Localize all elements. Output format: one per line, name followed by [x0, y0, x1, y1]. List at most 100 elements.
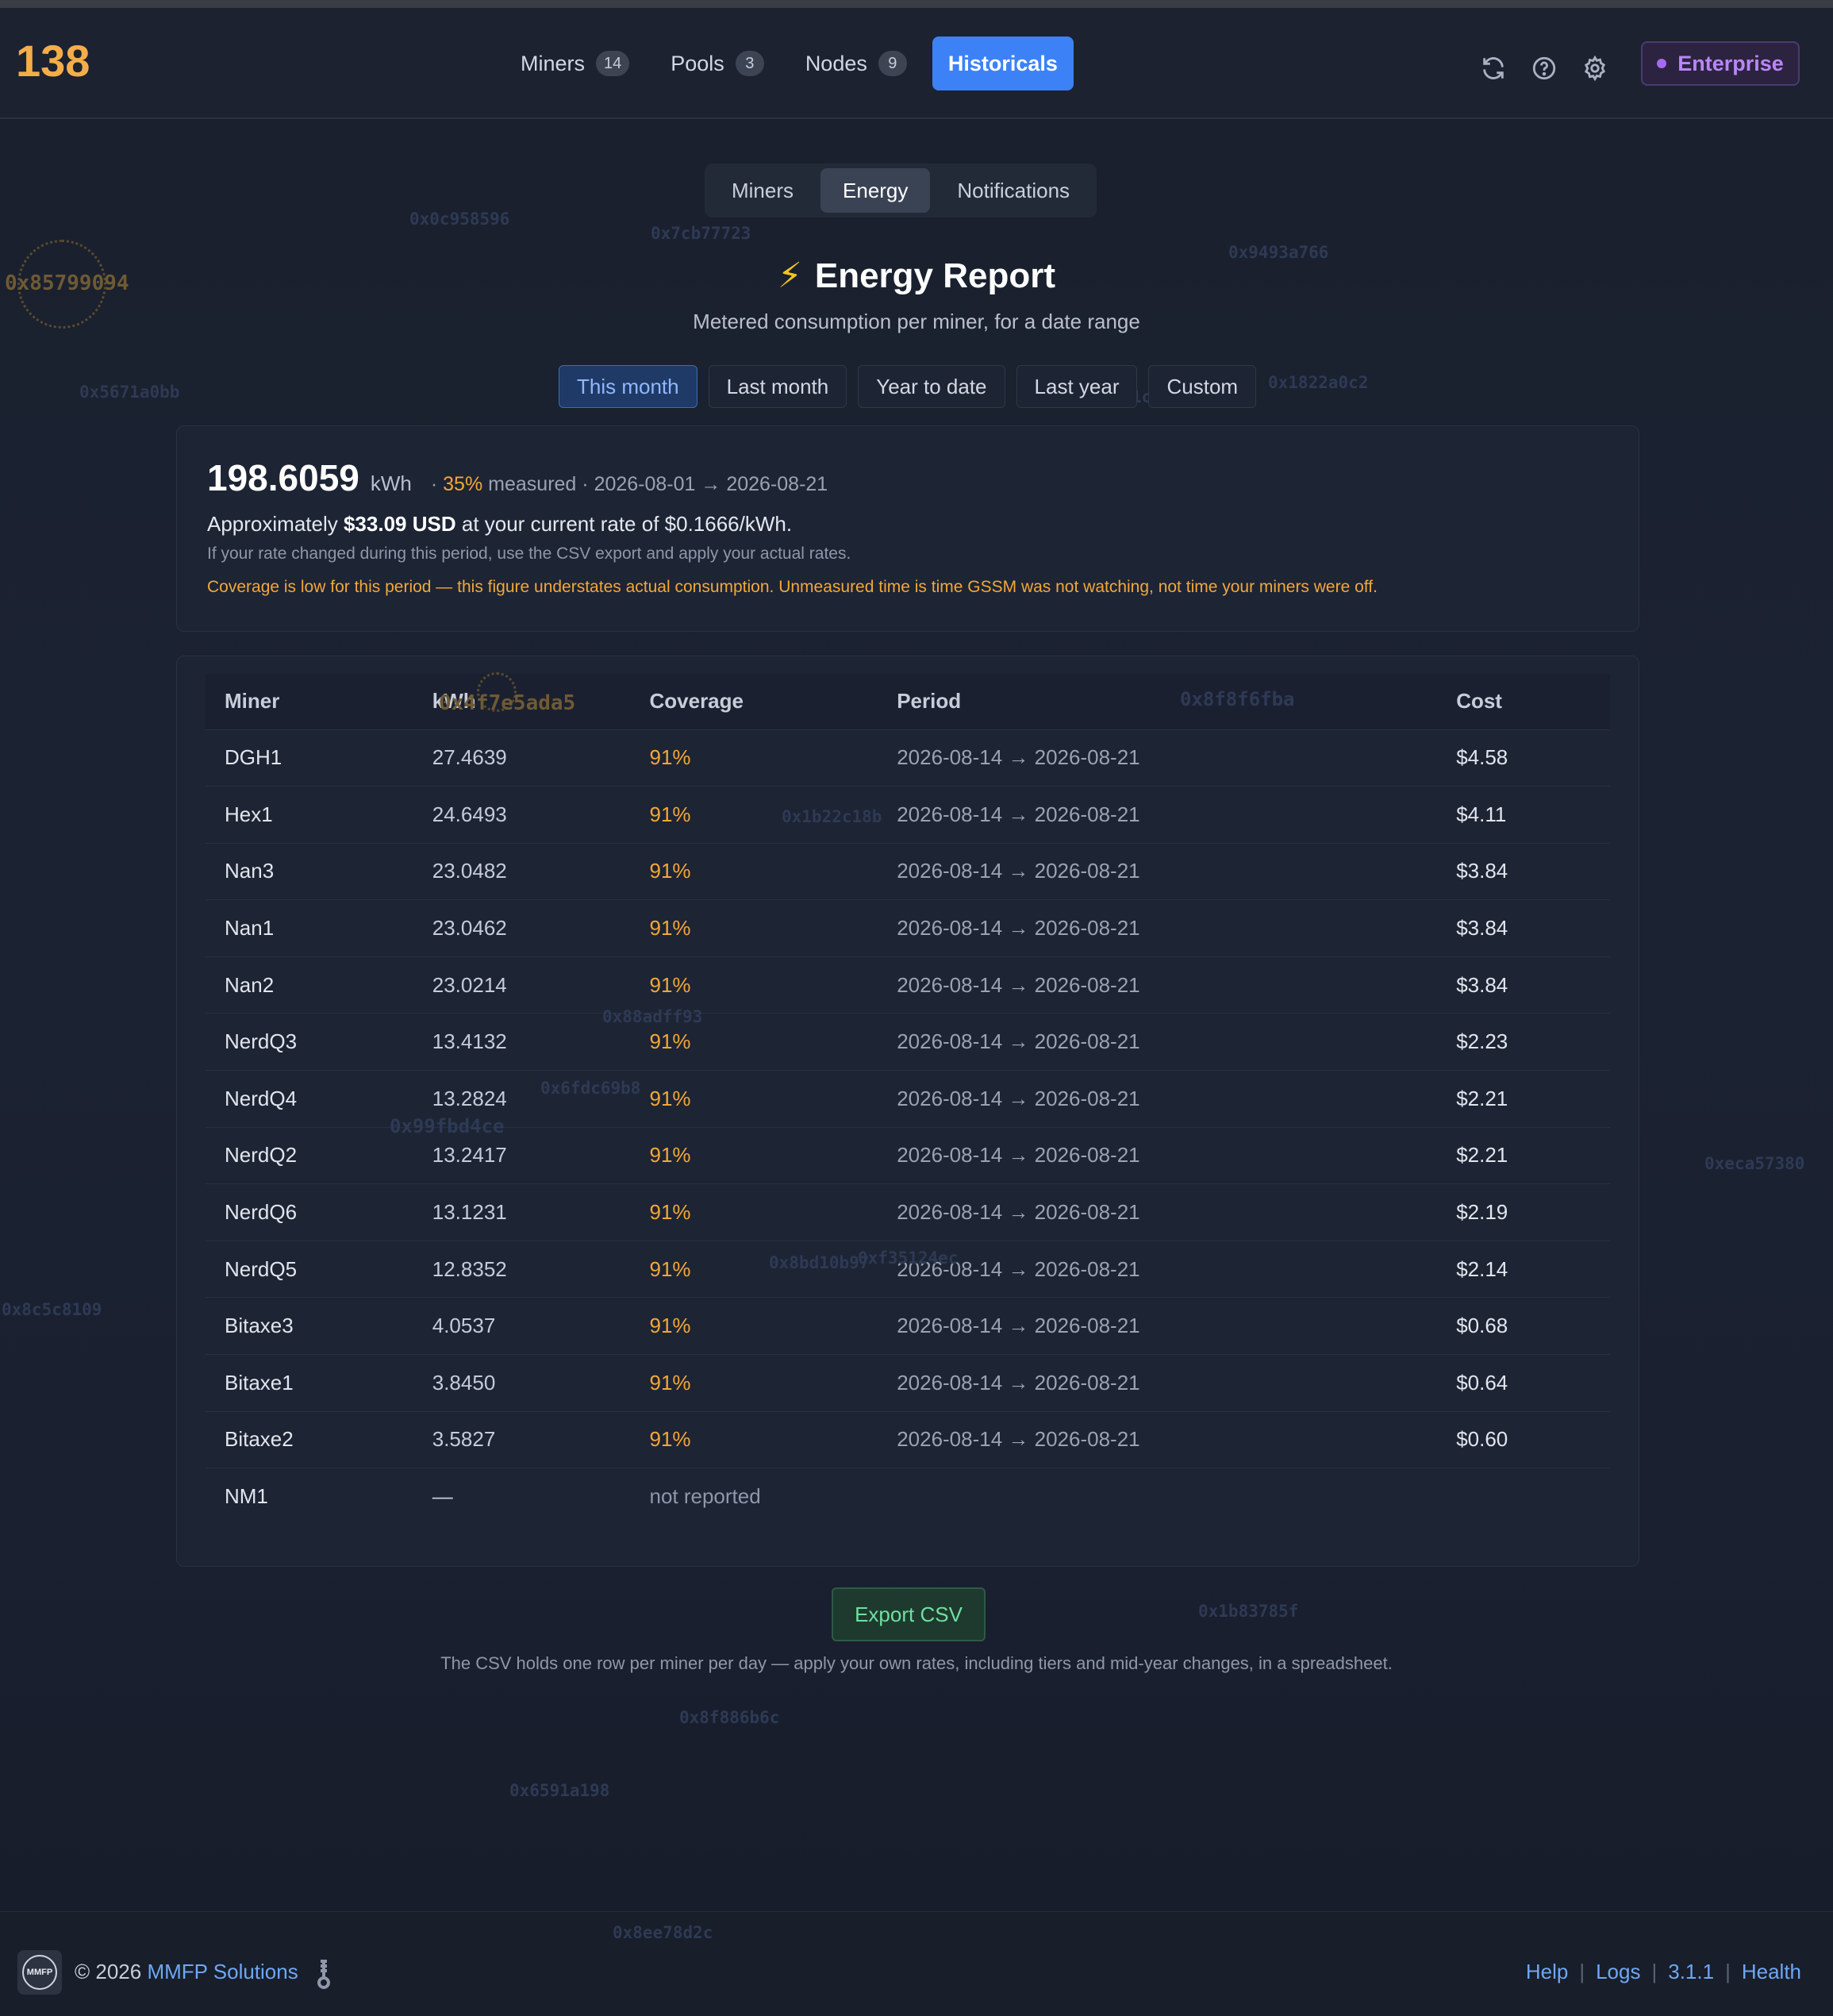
cell-kwh: 12.8352 [413, 1240, 631, 1298]
copyright: © 2026 MMFP Solutions [75, 1960, 298, 1984]
historicals-subtabs: Miners Energy Notifications [705, 164, 1097, 217]
cell-cost: $0.64 [1437, 1354, 1610, 1412]
cell-coverage: 91% [630, 729, 878, 787]
table-row: NerdQ3 13.4132 91% 2026-08-14 → 2026-08-… [206, 1013, 1610, 1071]
cell-coverage: 91% [630, 1410, 878, 1468]
cell-kwh: 23.0462 [413, 899, 631, 957]
cell-period: 2026-08-14 → 2026-08-21 [878, 1354, 1438, 1412]
watermark-hash: 0x1b22c18b [782, 807, 882, 826]
nav-tab-pools[interactable]: Pools 3 [655, 37, 780, 90]
table-row: NerdQ6 13.1231 91% 2026-08-14 → 2026-08-… [206, 1183, 1610, 1241]
main-nav: Miners 14 Pools 3 Nodes 9 Historicals [505, 37, 1074, 90]
health-link[interactable]: Health [1742, 1960, 1801, 1984]
range-custom[interactable]: Custom [1148, 365, 1257, 408]
table-row: Bitaxe1 3.8450 91% 2026-08-14 → 2026-08-… [206, 1354, 1610, 1412]
approx-cost: $33.09 USD [343, 512, 456, 536]
energy-table: Miner kWh Coverage Period Cost DGH1 27.4… [206, 674, 1610, 1525]
toolbar-icons [1479, 54, 1609, 83]
page-title-text: Energy Report [814, 256, 1056, 295]
footer-links: Help | Logs | 3.1.1 | Health [1526, 1960, 1801, 1984]
cell-period: 2026-08-14 → 2026-08-21 [878, 1070, 1438, 1128]
subtab-energy[interactable]: Energy [820, 168, 931, 213]
cell-period: 2026-08-14 → 2026-08-21 [878, 729, 1438, 787]
approx-prefix: Approximately [207, 512, 338, 536]
cell-period: 2026-08-14 → 2026-08-21 [878, 1013, 1438, 1071]
nav-tab-nodes[interactable]: Nodes 9 [790, 37, 923, 90]
range-last-month[interactable]: Last month [708, 365, 847, 408]
column-header-miner[interactable]: Miner [206, 674, 413, 729]
total-kwh: 198.6059 [207, 457, 359, 498]
csv-note: The CSV holds one row per miner per day … [440, 1653, 1393, 1673]
cell-coverage: 91% [630, 1183, 878, 1241]
nav-tab-label: Historicals [947, 51, 1058, 75]
range-last-year[interactable]: Last year [1016, 365, 1138, 408]
column-header-period[interactable]: Period [878, 674, 1437, 729]
cell-cost: $2.23 [1437, 1013, 1610, 1071]
range-this-month[interactable]: This month [559, 365, 697, 408]
help-link[interactable]: Help [1526, 1960, 1568, 1984]
measured-label: measured · [488, 473, 589, 495]
watermark-hash: 0x99fbd4ce [390, 1115, 505, 1137]
cell-cost: $2.14 [1437, 1240, 1610, 1298]
watermark-hash: 0x7cb77723 [651, 224, 751, 243]
subtab-miners[interactable]: Miners [709, 168, 816, 213]
energy-table-card: Miner kWh Coverage Period Cost DGH1 27.4… [176, 656, 1639, 1567]
nav-tab-historicals[interactable]: Historicals [932, 37, 1074, 90]
plan-badge[interactable]: Enterprise [1641, 41, 1800, 86]
cell-coverage: 91% [630, 1126, 878, 1184]
table-header-row: Miner kWh Coverage Period Cost [206, 674, 1610, 729]
cell-coverage: 91% [630, 1354, 878, 1412]
cell-cost: $4.11 [1437, 786, 1610, 844]
cell-miner: NerdQ4 [206, 1070, 413, 1128]
watermark-hash: 0x8c5c8109 [2, 1300, 102, 1319]
cell-miner: NM1 [206, 1468, 413, 1525]
cell-kwh: 27.4639 [413, 729, 631, 787]
watermark-hash: 0x1822a0c2 [1268, 373, 1369, 392]
cell-kwh: — [413, 1468, 631, 1525]
count-badge: 3 [735, 51, 764, 76]
logs-link[interactable]: Logs [1596, 1960, 1640, 1984]
nav-tab-miners[interactable]: Miners 14 [505, 37, 645, 90]
count-badge: 9 [878, 51, 907, 76]
cell-cost: $3.84 [1437, 842, 1610, 900]
cell-kwh: 23.0214 [413, 956, 631, 1014]
cell-miner: NerdQ5 [206, 1240, 413, 1298]
brand-logo[interactable]: 138 [16, 35, 90, 87]
coverage-meta: · 35% measured · 2026-08-01 → 2026-08-21 [431, 473, 828, 496]
subtab-notifications[interactable]: Notifications [935, 168, 1092, 213]
cell-miner: NerdQ2 [206, 1126, 413, 1184]
gear-icon[interactable] [1581, 54, 1609, 83]
cell-kwh: 3.8450 [413, 1354, 631, 1412]
thermometer-icon [316, 1958, 332, 1990]
table-row: Nan1 23.0462 91% 2026-08-14 → 2026-08-21… [206, 899, 1610, 957]
refresh-icon[interactable] [1479, 54, 1508, 83]
cell-miner: NerdQ6 [206, 1183, 413, 1241]
top-bar: 138 Miners 14 Pools 3 Nodes 9 Historical… [0, 8, 1833, 119]
cell-cost: $2.21 [1437, 1126, 1610, 1184]
nav-tab-label: Miners [521, 51, 586, 75]
cell-miner: DGH1 [206, 729, 413, 787]
range-year-to-date[interactable]: Year to date [858, 365, 1005, 408]
total-line: 198.6059 kWh · 35% measured · 2026-08-01… [207, 456, 1608, 499]
cell-miner: NerdQ3 [206, 1013, 413, 1071]
help-icon[interactable] [1530, 54, 1558, 83]
total-unit: kWh [370, 471, 412, 495]
column-header-coverage[interactable]: Coverage [630, 674, 878, 729]
cell-coverage: 91% [630, 842, 878, 900]
cell-coverage: 91% [630, 899, 878, 957]
cell-cost: $0.60 [1437, 1410, 1610, 1468]
company-link[interactable]: MMFP Solutions [147, 1960, 298, 1983]
watermark-hash: 0x0c958596 [409, 210, 510, 229]
watermark-hash: 0x88adff93 [602, 1007, 703, 1026]
table-row: Bitaxe3 4.0537 91% 2026-08-14 → 2026-08-… [206, 1297, 1610, 1355]
watermark-hash: 0x8bd10b97 [769, 1253, 870, 1272]
cell-kwh: 23.0482 [413, 842, 631, 900]
approx-cost-line: Approximately $33.09 USD at your current… [207, 512, 1608, 537]
table-row: Nan2 23.0214 91% 2026-08-14 → 2026-08-21… [206, 956, 1610, 1014]
date-range-selector: This month Last month Year to date Last … [559, 365, 1257, 408]
version-link[interactable]: 3.1.1 [1668, 1960, 1714, 1984]
column-header-cost[interactable]: Cost [1437, 674, 1610, 729]
cell-coverage: 91% [630, 956, 878, 1014]
export-csv-button[interactable]: Export CSV [832, 1587, 986, 1641]
watermark-hash: 0x5671a0bb [79, 383, 180, 402]
